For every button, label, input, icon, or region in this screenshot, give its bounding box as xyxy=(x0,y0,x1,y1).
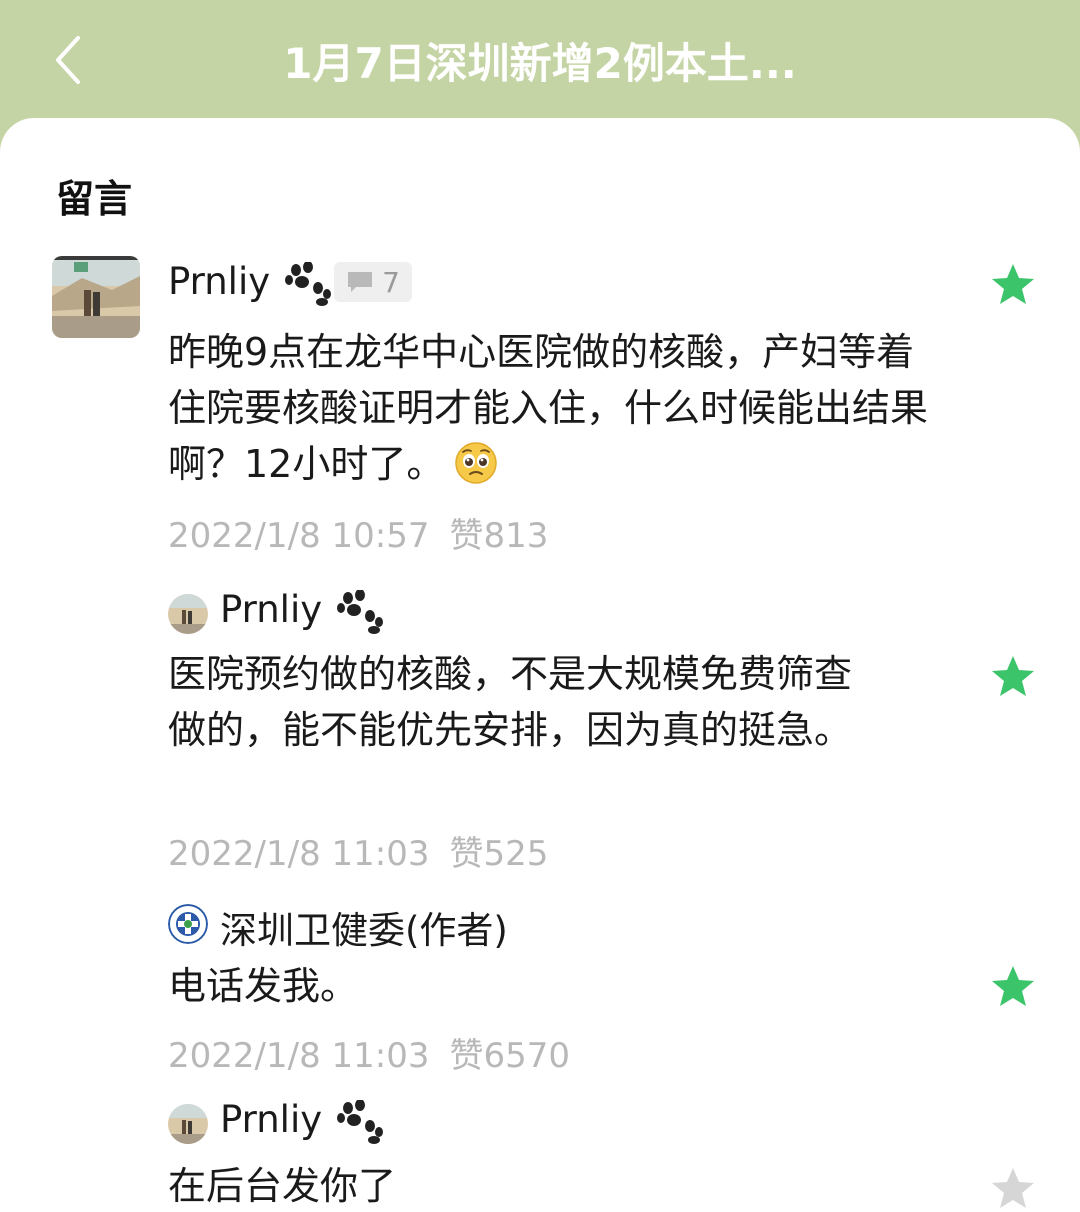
pleading-face-emoji xyxy=(454,441,498,485)
paw-icon xyxy=(336,589,383,634)
reply-time: 2022/1/8 11:03 xyxy=(168,834,430,874)
comment-author[interactable]: Prnliy xyxy=(168,260,332,306)
star-icon xyxy=(992,1168,1034,1208)
comment-bubble-icon xyxy=(348,272,373,292)
reply-author[interactable]: Prnliy xyxy=(220,1098,384,1144)
comment-body: 昨晚9点在龙华中心医院做的核酸，产妇等着住院要核酸证明才能入住，什么时候能出结果… xyxy=(168,330,929,486)
like-count[interactable]: 赞6570 xyxy=(450,1036,571,1076)
star-icon xyxy=(992,264,1034,304)
like-count[interactable]: 赞813 xyxy=(450,516,549,556)
chevron-left-icon xyxy=(56,36,80,84)
star-icon xyxy=(992,656,1034,696)
paw-icon xyxy=(336,1099,383,1144)
reply-author[interactable]: Prnliy xyxy=(220,588,384,634)
avatar[interactable] xyxy=(168,594,208,634)
reply-text: 在后台发你了 xyxy=(168,1164,397,1208)
author-name: 深圳卫健委(作者) xyxy=(220,909,508,952)
reply-count: 7 xyxy=(382,265,400,299)
reply-meta: 2022/1/8 11:03 赞6570 xyxy=(168,1028,570,1077)
star-button[interactable] xyxy=(990,1166,1036,1210)
author-name: Prnliy xyxy=(168,260,271,303)
star-icon xyxy=(992,966,1034,1006)
comment-meta: 2022/1/8 10:57 赞813 xyxy=(168,508,548,557)
comment-text: 昨晚9点在龙华中心医院做的核酸，产妇等着住院要核酸证明才能入住，什么时候能出结果… xyxy=(168,324,928,492)
comment-time: 2022/1/8 10:57 xyxy=(168,516,430,556)
page-title: 1月7日深圳新增2例本土... xyxy=(283,39,797,88)
reply-time: 2022/1/8 11:03 xyxy=(168,1036,430,1076)
reply-text: 电话发我。 xyxy=(168,964,359,1008)
comments-card: 留言 Prnliy 7 昨晚9点在龙华中心医院做的核酸，产妇等着住院要核酸证明才… xyxy=(0,118,1080,1212)
author-name: Prnliy xyxy=(220,588,323,631)
author-name: Prnliy xyxy=(220,1098,323,1141)
paw-icon xyxy=(284,261,331,306)
reply-text: 医院预约做的核酸，不是大规模免费筛查做的，能不能优先安排，因为真的挺急。 xyxy=(168,652,853,752)
star-button[interactable] xyxy=(990,262,1036,306)
header-bar: 1月7日深圳新增2例本土... xyxy=(0,0,1080,120)
back-button[interactable] xyxy=(44,28,94,92)
avatar[interactable] xyxy=(52,256,140,338)
avatar[interactable] xyxy=(168,1104,208,1144)
reply-meta: 2022/1/8 11:03 赞525 xyxy=(168,826,548,875)
star-button[interactable] xyxy=(990,654,1036,698)
avatar[interactable] xyxy=(168,904,208,944)
reply-count-badge[interactable]: 7 xyxy=(334,262,412,302)
section-title: 留言 xyxy=(56,177,133,221)
like-count[interactable]: 赞525 xyxy=(450,834,549,874)
star-button[interactable] xyxy=(990,964,1036,1008)
reply-author[interactable]: 深圳卫健委(作者) xyxy=(220,900,508,954)
